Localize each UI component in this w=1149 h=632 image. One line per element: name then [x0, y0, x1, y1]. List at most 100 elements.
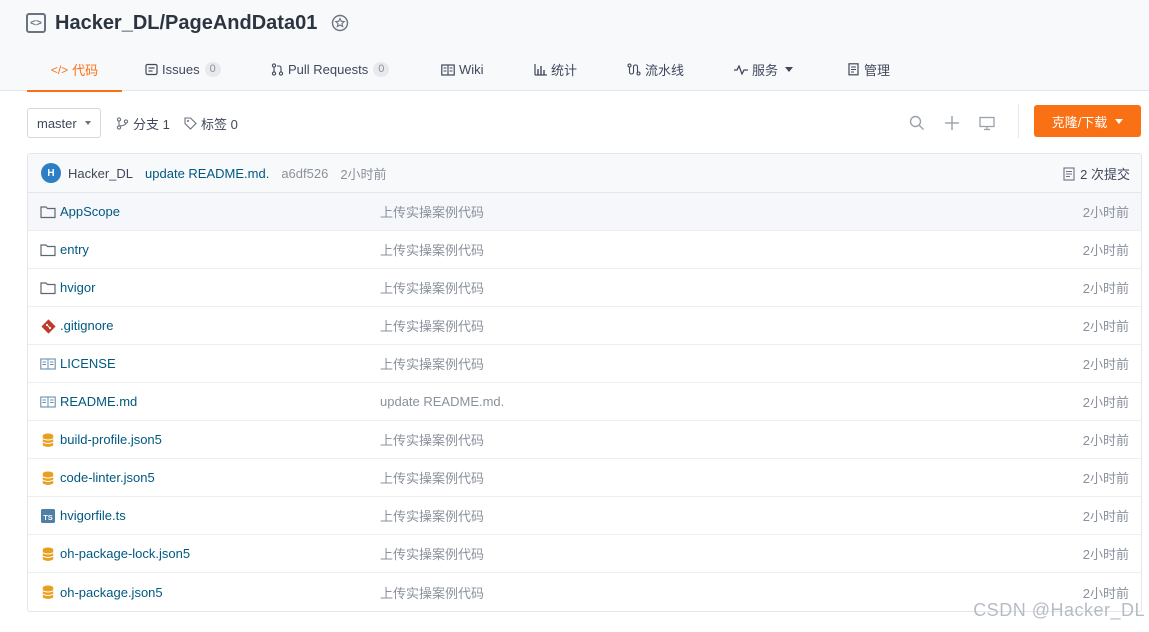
- file-name-link[interactable]: LICENSE: [60, 356, 116, 371]
- file-commit-time: 2小时前: [1082, 547, 1129, 562]
- file-name-link[interactable]: build-profile.json5: [60, 432, 162, 447]
- commit-message[interactable]: update README.md.: [145, 166, 269, 181]
- clone-download-button[interactable]: 克隆/下载: [1034, 105, 1141, 137]
- file-commit-message[interactable]: 上传实操案例代码: [380, 202, 484, 221]
- tab-pipeline[interactable]: 流水线: [627, 48, 712, 91]
- file-commit-message[interactable]: 上传实操案例代码: [380, 354, 484, 373]
- file-row[interactable]: entry 上传实操案例代码 2小时前: [28, 231, 1141, 269]
- watermark: CSDN @Hacker_DL: [973, 600, 1145, 620]
- file-commit-message[interactable]: 上传实操案例代码: [380, 506, 484, 525]
- issues-icon: [145, 63, 158, 76]
- repo-tabs: </> 代码 Issues 0 Pull Requests 0 Wiki 统计 …: [27, 48, 918, 92]
- file-commit-time: 2小时前: [1082, 509, 1129, 524]
- code-icon: </>: [50, 62, 69, 77]
- pull-requests-count: 0: [373, 62, 390, 77]
- file-row[interactable]: .gitignore 上传实操案例代码 2小时前: [28, 307, 1141, 345]
- file-commit-time: 2小时前: [1082, 357, 1129, 372]
- file-row[interactable]: oh-package-lock.json5 上传实操案例代码 2小时前: [28, 535, 1141, 573]
- file-name-link[interactable]: hvigor: [60, 280, 95, 295]
- tags-link[interactable]: 标签 0: [184, 108, 238, 138]
- repo-title: <> Hacker_DL/PageAndData01: [26, 10, 349, 36]
- book-icon: [40, 356, 56, 372]
- file-commit-message[interactable]: 上传实操案例代码: [380, 583, 484, 602]
- chevron-down-icon: [1115, 118, 1124, 124]
- tab-issues[interactable]: Issues 0: [145, 48, 247, 91]
- file-commit-time: 2小时前: [1082, 471, 1129, 486]
- file-row[interactable]: LICENSE 上传实操案例代码 2小时前: [28, 345, 1141, 383]
- tag-icon: [184, 116, 197, 130]
- branches-link[interactable]: 分支 1: [116, 108, 170, 138]
- typescript-icon: TS: [40, 508, 56, 524]
- file-commit-time: 2小时前: [1082, 205, 1129, 220]
- tab-wiki[interactable]: Wiki: [441, 48, 511, 91]
- chevron-down-icon: [785, 67, 794, 72]
- pipeline-icon: [627, 63, 641, 76]
- file-name-link[interactable]: entry: [60, 242, 89, 257]
- commit-sha[interactable]: a6df526: [281, 166, 328, 181]
- tab-service[interactable]: 服务: [734, 48, 826, 91]
- stats-icon: [534, 63, 547, 76]
- file-commit-message[interactable]: 上传实操案例代码: [380, 544, 484, 563]
- search-icon[interactable]: [908, 114, 926, 132]
- file-name-link[interactable]: hvigorfile.ts: [60, 508, 126, 523]
- file-table: H Hacker_DL update README.md. a6df526 2小…: [27, 153, 1142, 612]
- file-commit-time: 2小时前: [1082, 395, 1129, 410]
- wiki-icon: [441, 63, 455, 76]
- file-commit-message[interactable]: 上传实操案例代码: [380, 468, 484, 487]
- folder-icon: [40, 204, 56, 220]
- file-commit-time: 2小时前: [1082, 319, 1129, 334]
- tab-manage[interactable]: 管理: [848, 48, 918, 91]
- file-commit-message[interactable]: 上传实操案例代码: [380, 240, 484, 259]
- file-name-link[interactable]: README.md: [60, 394, 137, 409]
- file-row[interactable]: AppScope 上传实操案例代码 2小时前: [28, 193, 1141, 231]
- pull-request-icon: [271, 63, 284, 76]
- file-name-link[interactable]: oh-package-lock.json5: [60, 546, 190, 561]
- monitor-icon[interactable]: [978, 114, 996, 132]
- book-icon: [40, 394, 56, 410]
- latest-commit-bar: H Hacker_DL update README.md. a6df526 2小…: [28, 154, 1141, 193]
- file-commit-message[interactable]: update README.md.: [380, 394, 504, 409]
- file-commit-message[interactable]: 上传实操案例代码: [380, 278, 484, 297]
- toolbar-divider: [1018, 104, 1019, 138]
- file-name-link[interactable]: AppScope: [60, 204, 120, 219]
- add-icon[interactable]: [943, 114, 961, 132]
- award-icon[interactable]: [331, 14, 349, 32]
- file-list: AppScope 上传实操案例代码 2小时前 entry 上传实操案例代码 2小时前 hvi…: [28, 193, 1141, 611]
- manage-icon: [848, 63, 860, 76]
- repo-name[interactable]: Hacker_DL/PageAndData01: [55, 12, 317, 35]
- tab-code[interactable]: </> 代码: [27, 48, 122, 92]
- commit-author[interactable]: Hacker_DL: [68, 166, 133, 181]
- service-icon: [734, 64, 748, 75]
- folder-icon: [40, 242, 56, 258]
- database-icon: [40, 470, 56, 486]
- file-commit-message[interactable]: 上传实操案例代码: [380, 430, 484, 449]
- repo-header: <> Hacker_DL/PageAndData01 </> 代码 Issues…: [0, 0, 1149, 92]
- file-row[interactable]: TS hvigorfile.ts 上传实操案例代码 2小时前: [28, 497, 1141, 535]
- file-name-link[interactable]: .gitignore: [60, 318, 113, 333]
- database-icon: [40, 546, 56, 562]
- branch-select[interactable]: master: [27, 108, 101, 138]
- file-commit-time: 2小时前: [1082, 281, 1129, 296]
- file-commit-time: 2小时前: [1082, 433, 1129, 448]
- file-commit-time: 2小时前: [1082, 243, 1129, 258]
- branch-icon: [116, 116, 129, 130]
- avatar[interactable]: H: [41, 163, 61, 183]
- file-commit-message[interactable]: 上传实操案例代码: [380, 316, 484, 335]
- file-row[interactable]: README.md update README.md. 2小时前: [28, 383, 1141, 421]
- file-row[interactable]: code-linter.json5 上传实操案例代码 2小时前: [28, 459, 1141, 497]
- svg-text:TS: TS: [43, 513, 53, 522]
- git-icon: [40, 318, 56, 334]
- repo-code-icon: <>: [26, 13, 46, 33]
- chevron-down-icon: [84, 121, 91, 125]
- file-commit-time: 2小时前: [1082, 585, 1129, 601]
- folder-icon: [40, 280, 56, 296]
- database-icon: [40, 432, 56, 448]
- file-name-link[interactable]: code-linter.json5: [60, 470, 155, 485]
- file-name-link[interactable]: oh-package.json5: [60, 585, 163, 600]
- file-row[interactable]: hvigor 上传实操案例代码 2小时前: [28, 269, 1141, 307]
- commit-time: 2小时前: [340, 166, 387, 182]
- tab-stats[interactable]: 统计: [534, 48, 604, 91]
- file-row[interactable]: build-profile.json5 上传实操案例代码 2小时前: [28, 421, 1141, 459]
- commit-count-link[interactable]: 2 次提交: [1063, 154, 1130, 193]
- tab-pull-requests[interactable]: Pull Requests 0: [271, 48, 416, 91]
